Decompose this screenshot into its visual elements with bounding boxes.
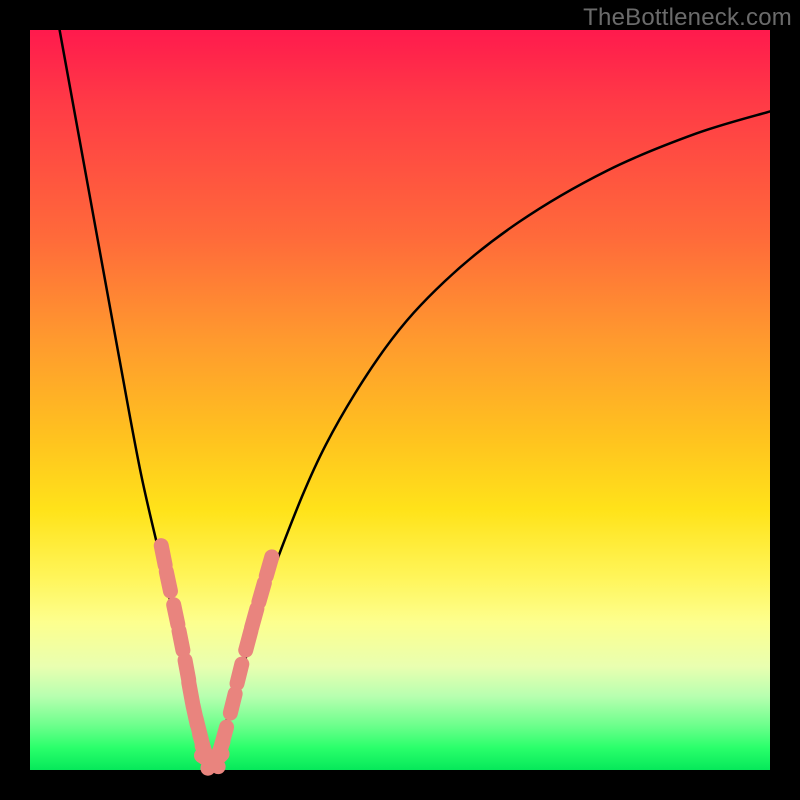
highlight-marker	[252, 609, 257, 628]
highlight-marker	[259, 583, 264, 602]
highlight-marker	[174, 605, 178, 625]
curve-group	[60, 30, 770, 763]
highlight-marker	[221, 727, 226, 746]
highlight-marker	[237, 664, 242, 683]
highlight-marker	[161, 546, 165, 566]
highlight-marker	[166, 572, 170, 592]
highlight-marker	[266, 557, 271, 576]
bottleneck-curve	[60, 30, 770, 763]
chart-svg	[30, 30, 770, 770]
chart-frame	[30, 30, 770, 770]
marker-group	[161, 546, 272, 769]
highlight-marker	[230, 694, 235, 713]
watermark-text: TheBottleneck.com	[583, 4, 792, 32]
highlight-marker	[179, 631, 183, 651]
